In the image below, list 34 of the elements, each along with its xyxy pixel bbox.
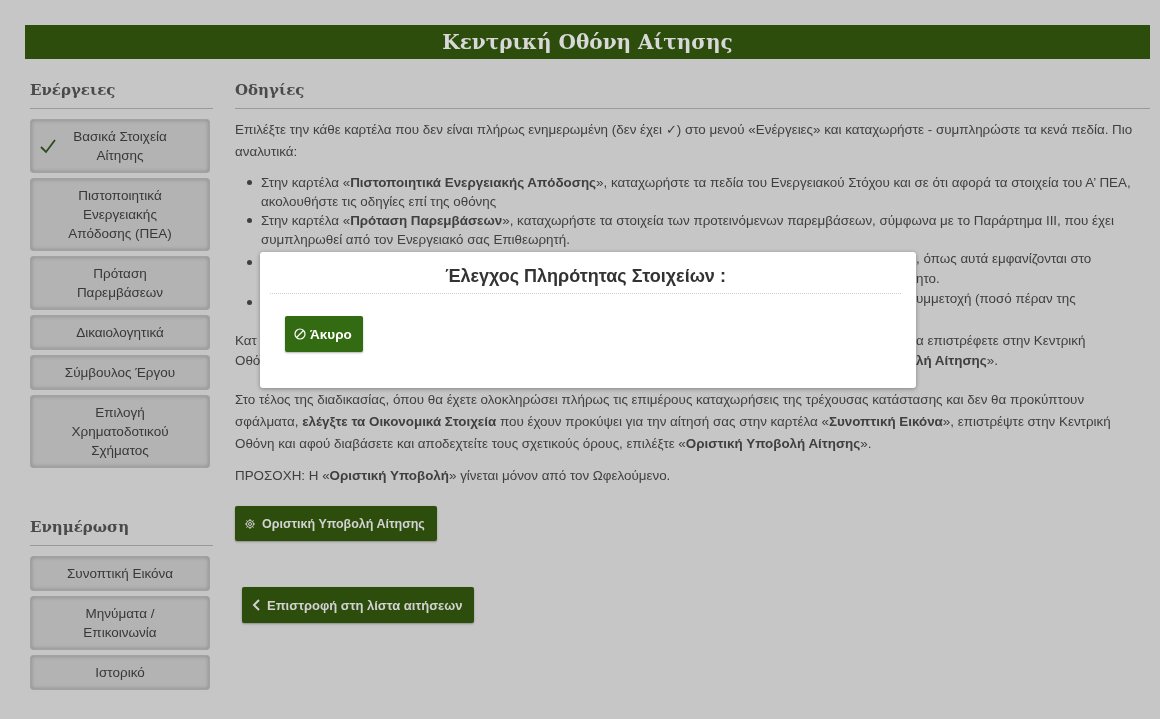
sidebar-item[interactable]: Δικαιολογητικά [30, 315, 210, 350]
sidebar-item[interactable]: Πιστοποιητικά Ενεργειακής Απόδοσης (ΠΕΑ) [30, 178, 210, 251]
bullet-icon [247, 218, 252, 223]
instruction-text: υμμετοχή (ποσό πέραν της [916, 291, 1076, 306]
bullet-text: Στην καρτέλα «Πιστοποιητικά Ενεργειακής Απόδοσης», καταχωρήστε τα πεδία του Ενεργειακού Στόχου και σε ότι αφορά τα στοιχεία του Α’ ΠΕΑ, ακολουθήστε τις οδηγίες επί της οθόνης [261, 174, 1132, 211]
cancel-button[interactable]: Άκυρο [285, 316, 363, 352]
instruction-text: λή Αίτησης». [916, 353, 998, 368]
section-title: Ενέργειες [30, 81, 213, 109]
instruction-paragraph: Επιλέξτε την κάθε καρτέλα που δεν είναι πλήρως ενημερωμένη (δεν έχει ✓) στο μενού «Ενέργειες» και καταχωρήστε - συμπληρώστε τα κενά πεδία. Πιο αναλυτικά: [235, 121, 1134, 161]
sidebar-item[interactable]: Ιστορικό [30, 655, 210, 690]
bullet-text: Στην καρτέλα «Πρόταση Παρεμβάσεων», καταχωρήστε τα στοιχεία των προτεινόμενων παρεμβάσεων, σύμφωνα με το Παράρτημα ΙΙΙ, που έχει συμπληρωθεί από τον Ενεργειακό σας Επιθεωρητή. [261, 212, 1115, 249]
dialog-title: Έλεγχος Πληρότητας Στοιχείων : [270, 252, 901, 294]
bullet-icon [247, 180, 252, 185]
instruction-paragraph: ΠΡΟΣΟΧΗ: Η «Οριστική Υποβολή» γίνεται μόνον από τον Ωφελούμενο. [235, 467, 672, 485]
section-title: Ενημέρωση [30, 518, 213, 546]
sidebar-item[interactable]: Σύμβουλος Έργου [30, 355, 210, 390]
submit-button[interactable]: Οριστική Υποβολή Αίτησης [235, 506, 437, 541]
instruction-text: α επιστρέφετε στην Κεντρική [916, 333, 1086, 348]
page-title: Κεντρική Οθόνη Αίτησης [25, 25, 1150, 59]
gear-icon [244, 517, 256, 530]
instruction-paragraph: Στο τέλος της διαδικασίας, όπου θα έχετε ολοκληρώσει πλήρως τις επιμέρους καταχωρήσεις της τρέχουσας κατάστασης και δεν θα προκύπτουν σφάλματα, ελέγξτε τα Οικονομικά Στοιχεία που έχουν προκύψει για την αίτησή σας στην καρτέλα «Συνοπτική Εικόνα», επιστρέψτε στην Κεντρική Οθόνη και αφού διαβάσετε και αποδεχτείτε τους σχετικούς όρους, επιλέξτε «Οριστική Υποβολή Αίτησης». [235, 391, 1112, 453]
sidebar-item[interactable]: Μηνύματα / Επικοινωνία [30, 596, 210, 650]
section-title: Οδηγίες [235, 81, 1150, 109]
sidebar-item[interactable]: Πρόταση Παρεμβάσεων [30, 256, 210, 310]
back-button[interactable]: Επιστροφή στη λίστα αιτήσεων [242, 587, 475, 623]
instruction-text: Κατ [235, 332, 257, 350]
instruction-text: ητο. [916, 271, 940, 286]
sidebar-item[interactable]: Επιλογή Χρηματοδοτικού Σχήματος [30, 395, 210, 468]
instruction-text: Οθό [235, 352, 261, 370]
chevron-left-icon [252, 599, 261, 611]
sidebar-item[interactable]: Συνοπτική Εικόνα [30, 556, 210, 591]
ban-icon [294, 328, 306, 340]
instruction-text: , όπως αυτά εμφανίζονται στο [916, 251, 1092, 266]
sidebar-item[interactable]: Βασικά Στοιχεία Αίτησης [30, 119, 210, 173]
